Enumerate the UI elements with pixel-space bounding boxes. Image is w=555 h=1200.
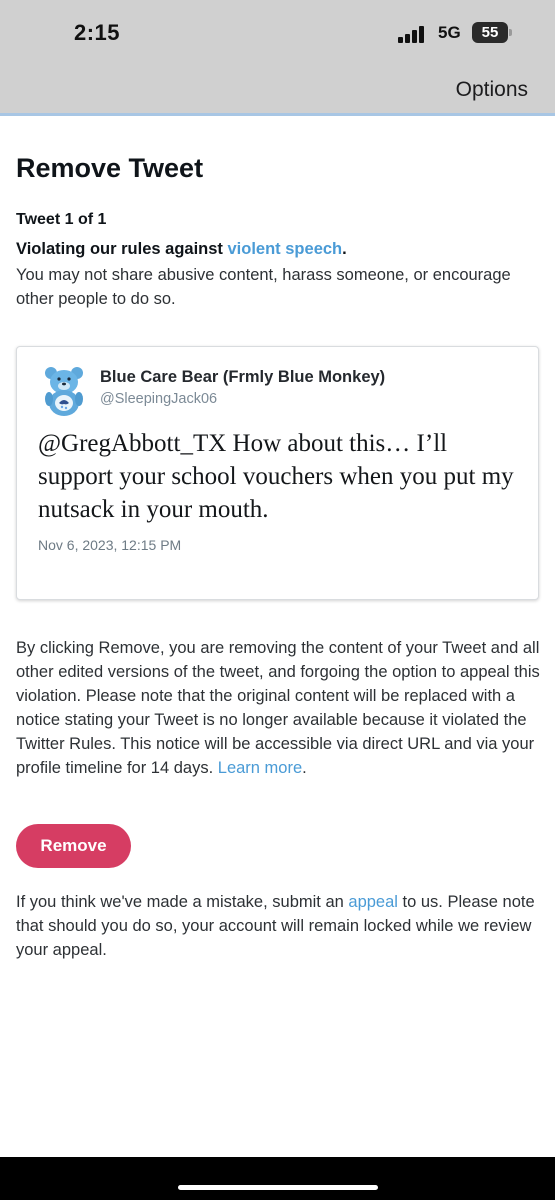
appeal-info: If you think we've made a mistake, submi…: [16, 890, 540, 962]
removal-notice: By clicking Remove, you are removing the…: [16, 636, 540, 780]
violation-rule-prefix: Violating our rules against: [16, 240, 228, 258]
removal-notice-body: By clicking Remove, you are removing the…: [16, 639, 540, 777]
options-button[interactable]: Options: [456, 78, 528, 102]
page-title: Remove Tweet: [16, 153, 204, 183]
nav-bar: Options: [0, 62, 555, 116]
removal-notice-end: .: [302, 759, 307, 777]
signal-strength-icon: [398, 25, 430, 43]
tweet-text: @GregAbbott_TX How about this… I’ll supp…: [38, 430, 514, 523]
appeal-prefix: If you think we've made a mistake, submi…: [16, 893, 349, 911]
tweet-card: Blue Care Bear (Frmly Blue Monkey) @Slee…: [16, 346, 539, 600]
violation-rule: Violating our rules against violent spee…: [16, 240, 347, 259]
violation-description: You may not share abusive content, haras…: [16, 266, 511, 308]
care-bear-avatar-icon: [39, 365, 89, 417]
tweet-display-name: Blue Care Bear (Frmly Blue Monkey): [100, 368, 386, 386]
violent-speech-link[interactable]: violent speech: [228, 240, 343, 258]
appeal-link[interactable]: appeal: [348, 893, 398, 911]
tweet-handle: @SleepingJack06: [100, 391, 218, 407]
tweet-timestamp: Nov 6, 2023, 12:15 PM: [38, 537, 182, 553]
battery-icon: 55: [472, 22, 508, 43]
status-time: 2:15: [74, 20, 121, 45]
tweet-counter: Tweet 1 of 1: [16, 211, 107, 228]
learn-more-link[interactable]: Learn more: [218, 759, 302, 777]
status-bar: 2:15 5G 55: [0, 0, 555, 62]
home-indicator[interactable]: [178, 1185, 378, 1190]
network-type: 5G: [438, 23, 461, 42]
home-bar-area: [0, 1157, 555, 1200]
violation-rule-suffix: .: [342, 240, 347, 258]
battery-cap: [509, 29, 512, 36]
remove-button[interactable]: Remove: [16, 824, 131, 868]
